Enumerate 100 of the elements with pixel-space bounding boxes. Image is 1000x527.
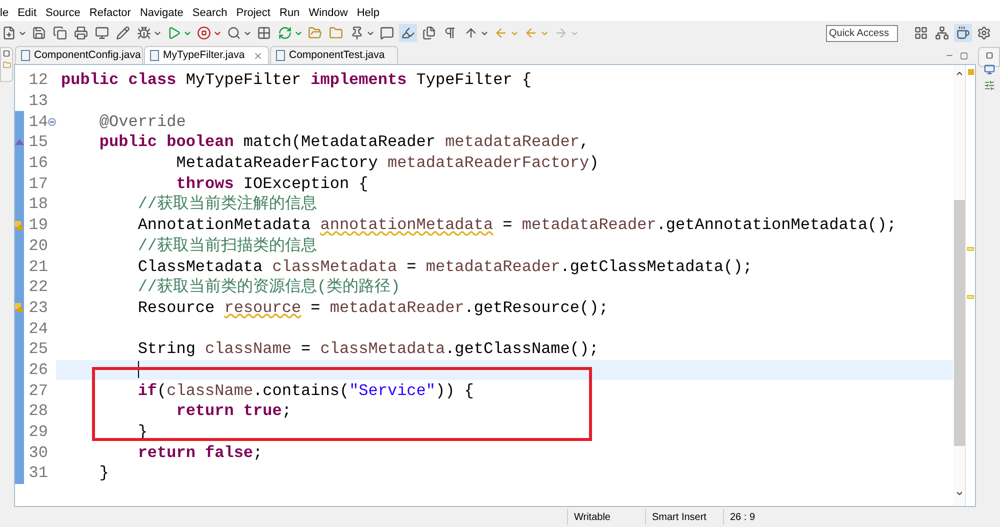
- line-number: 14: [28, 114, 48, 130]
- code-token: ClassMetadata: [136, 258, 263, 275]
- coffee-icon[interactable]: [954, 24, 972, 42]
- monitor-icon[interactable]: [93, 24, 111, 42]
- code-token: ;: [253, 444, 263, 461]
- code-comment: //获取当前类注解的信息: [136, 196, 318, 212]
- code-token: (: [157, 382, 167, 399]
- editor-tab[interactable]: ComponentConfig.java: [15, 46, 143, 64]
- status-field: Writable: [567, 509, 645, 525]
- collapse-icon[interactable]: [48, 118, 56, 126]
- code-token: throws: [175, 176, 234, 192]
- code-token: String: [136, 341, 196, 358]
- stop-icon[interactable]: [195, 24, 213, 42]
- gear-icon[interactable]: [975, 24, 993, 42]
- code-token: true: [242, 403, 282, 420]
- copy-icon[interactable]: [51, 24, 69, 42]
- line-number: 24: [28, 320, 48, 337]
- menu-item[interactable]: Run: [280, 5, 300, 22]
- code-token: .getResource();: [464, 300, 608, 316]
- status-field: Smart Insert: [645, 509, 723, 525]
- quick-access-field[interactable]: Quick Access: [826, 24, 898, 42]
- grid-icon[interactable]: [255, 24, 273, 42]
- maximize-icon[interactable]: [960, 52, 968, 60]
- line-number: 19: [28, 217, 48, 234]
- sliders-icon[interactable]: [984, 80, 994, 91]
- line-number: 21: [28, 258, 48, 275]
- editor-tab[interactable]: MyTypeFilter.java: [144, 46, 269, 64]
- code-token: boolean: [166, 134, 234, 150]
- menu-item[interactable]: Navigate: [140, 5, 184, 22]
- warning-icon: [15, 303, 24, 312]
- close-icon[interactable]: [253, 50, 263, 60]
- java-file-icon: [150, 50, 159, 61]
- printer-icon[interactable]: [72, 24, 90, 42]
- menu-item[interactable]: Edit: [18, 5, 37, 22]
- code-token: implements: [310, 72, 407, 88]
- code-token: Resource: [136, 300, 216, 316]
- folder-icon[interactable]: [2, 61, 10, 69]
- files-icon[interactable]: [420, 24, 438, 42]
- code-token: return: [136, 444, 196, 461]
- menu-item[interactable]: Help: [356, 5, 380, 22]
- line-number: 25: [28, 341, 48, 358]
- code-token: classMetadata: [319, 341, 446, 358]
- menu-item[interactable]: le: [0, 5, 9, 22]
- bug-icon[interactable]: [135, 24, 153, 42]
- scrollbar-thumb[interactable]: [954, 200, 964, 446]
- line-number: 13: [28, 93, 48, 110]
- restore-icon[interactable]: [3, 50, 10, 57]
- pencil-icon[interactable]: [114, 24, 132, 42]
- code-token: annotationMetadata: [320, 217, 494, 234]
- code-token: match(MetadataReader: [242, 134, 436, 150]
- line-number: 18: [28, 196, 48, 212]
- warning-icon: [15, 220, 24, 230]
- status-field: 26 : 9: [723, 509, 801, 525]
- editor-tab[interactable]: ComponentTest.java: [270, 46, 398, 64]
- menu-item[interactable]: Project: [236, 5, 270, 22]
- save-icon[interactable]: [30, 24, 48, 42]
- line-number: 17: [28, 176, 48, 192]
- warning-mark: [967, 295, 974, 299]
- line-number: 26: [28, 362, 48, 378]
- menu-item[interactable]: Window: [308, 5, 348, 22]
- code-token: )) {: [435, 382, 474, 399]
- code-token: AnnotationMetadata: [136, 217, 312, 234]
- line-number: 16: [28, 155, 48, 172]
- menu-item[interactable]: Refactor: [89, 5, 131, 22]
- menu-item[interactable]: Source: [46, 5, 80, 22]
- hierarchy-icon[interactable]: [933, 24, 951, 42]
- text-cursor: [138, 361, 139, 378]
- code-token: }: [98, 465, 110, 482]
- code-token: metadataReader: [424, 258, 560, 275]
- restore-icon[interactable]: [986, 52, 992, 59]
- code-token: @Override: [98, 114, 186, 130]
- code-token: =: [502, 217, 512, 234]
- code-token: =: [406, 258, 416, 275]
- triangle-icon: [15, 139, 24, 146]
- code-token: ): [589, 155, 599, 172]
- menu-item[interactable]: Search: [192, 5, 228, 22]
- line-number: 30: [28, 444, 48, 461]
- layout-icon[interactable]: [912, 24, 930, 42]
- code-token: ,: [580, 134, 590, 150]
- code-token: className: [166, 382, 254, 399]
- code-token: MyTypeFilter: [184, 72, 302, 88]
- code-token: public: [98, 134, 158, 150]
- java-file-icon: [21, 50, 30, 61]
- code-token: "Service": [349, 382, 436, 399]
- code-token: metadataReader: [520, 217, 656, 234]
- monitor-icon[interactable]: [984, 64, 994, 75]
- code-token: metadataReaderFactory: [386, 155, 590, 172]
- code-token: false: [204, 444, 254, 461]
- scroll-up-icon[interactable]: [954, 69, 964, 78]
- code-token: .getClassMetadata();: [560, 258, 752, 275]
- warning-mark: [967, 247, 974, 251]
- scroll-down-icon[interactable]: [954, 489, 964, 498]
- code-token: IOException {: [242, 176, 368, 192]
- code-comment: //获取当前类的资源信息(类的路径): [136, 279, 400, 296]
- comment-icon[interactable]: [378, 24, 396, 42]
- line-number: 22: [28, 279, 48, 296]
- search-icon[interactable]: [225, 24, 243, 42]
- refresh-icon[interactable]: [276, 24, 294, 42]
- code-token: class: [127, 72, 176, 88]
- code-token: className: [204, 341, 292, 358]
